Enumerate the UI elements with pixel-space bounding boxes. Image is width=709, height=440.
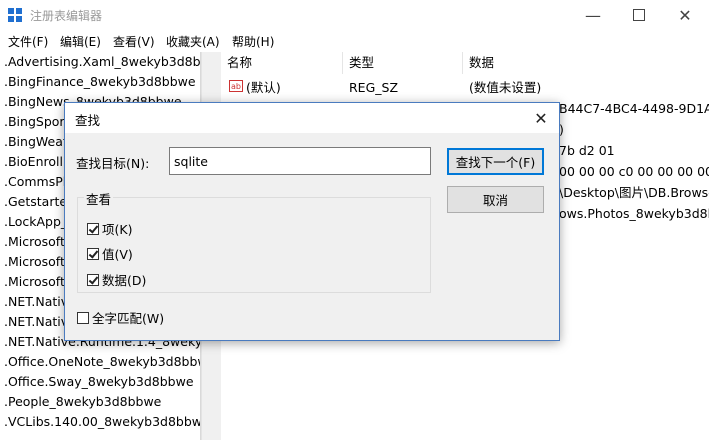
column-header-data[interactable]: 数据 — [463, 52, 709, 74]
column-header-name[interactable]: 名称 — [221, 52, 343, 74]
string-value-icon: ab — [229, 80, 243, 92]
tree-item[interactable]: .LockApp_ — [4, 212, 67, 232]
tree-item[interactable]: .People_8wekyb3d8bbwe — [4, 392, 161, 412]
tree-item[interactable]: .Microsoft — [4, 232, 65, 252]
tree-item[interactable]: .Advertising.Xaml_8wekyb3d8bbwe — [4, 52, 200, 72]
option-match-whole[interactable]: 全字匹配(W) — [77, 308, 164, 327]
option-keys[interactable]: 项(K) — [87, 219, 132, 238]
tree-item[interactable]: .BingWeat — [4, 132, 68, 152]
find-what-label: 查找目标(N): — [76, 156, 150, 171]
value-data: (数值未设置) — [469, 80, 542, 95]
tree-item[interactable]: .VCLibs.140.00_8wekyb3d8bbwe — [4, 412, 200, 432]
find-dialog: 查找 ✕ 查找目标(N): 查找下一个(F) 取消 查看 项(K) 值(V) 数… — [64, 102, 560, 341]
value-data: ) — [559, 122, 564, 137]
value-type: REG_SZ — [349, 80, 399, 95]
find-next-button[interactable]: 查找下一个(F) — [447, 148, 544, 175]
option-values[interactable]: 值(V) — [87, 244, 133, 263]
minimize-button[interactable]: — — [570, 0, 616, 30]
dialog-title-bar: 查找 ✕ — [65, 103, 559, 133]
value-data: 7b d2 01 — [559, 143, 615, 158]
menu-favorites[interactable]: 收藏夹(A) — [166, 33, 220, 50]
checkbox-data[interactable] — [87, 273, 99, 286]
find-what-input[interactable] — [169, 147, 431, 175]
cancel-button[interactable]: 取消 — [447, 186, 544, 213]
menu-bar: 文件(F) 编辑(E) 查看(V) 收藏夹(A) 帮助(H) — [0, 30, 709, 51]
value-data: 00 00 00 c0 00 00 00 00 — [559, 164, 709, 179]
tree-item[interactable]: .BingSport — [4, 112, 69, 132]
tree-item[interactable]: .Office.OneNote_8wekyb3d8bbwe — [4, 352, 200, 372]
registry-editor-icon — [8, 8, 22, 22]
checkbox-keys[interactable] — [87, 222, 99, 235]
look-at-label: 查看 — [84, 189, 114, 208]
window-title: 注册表编辑器 — [30, 9, 103, 23]
option-keys-label: 项(K) — [102, 222, 133, 237]
tree-item[interactable]: .Office.Sway_8wekyb3d8bbwe — [4, 372, 194, 392]
option-data[interactable]: 数据(D) — [87, 270, 146, 289]
menu-file[interactable]: 文件(F) — [8, 33, 48, 50]
value-data: B44C7-4BC4-4498-9D1A- — [559, 101, 709, 116]
minimize-icon: — — [585, 5, 601, 25]
close-icon: ✕ — [534, 108, 548, 128]
menu-view[interactable]: 查看(V) — [113, 33, 155, 50]
maximize-icon — [633, 9, 645, 21]
menu-help[interactable]: 帮助(H) — [232, 33, 274, 50]
column-header-type[interactable]: 类型 — [343, 52, 463, 74]
tree-item[interactable]: .Microsoft — [4, 272, 65, 292]
close-button[interactable]: ✕ — [662, 0, 708, 30]
option-match-whole-label: 全字匹配(W) — [92, 311, 165, 326]
tree-item[interactable]: .BingFinance_8wekyb3d8bbwe — [4, 72, 196, 92]
menu-edit[interactable]: 编辑(E) — [60, 33, 101, 50]
close-icon: ✕ — [678, 5, 692, 25]
value-data: \Desktop\图片\DB.Browse — [559, 185, 709, 200]
tree-item[interactable]: .CommsPh — [4, 172, 71, 192]
option-data-label: 数据(D) — [102, 273, 147, 288]
value-name[interactable]: (默认) — [246, 77, 341, 98]
title-bar: 注册表编辑器 — ✕ — [0, 0, 709, 30]
value-data: ows.Photos_8wekyb3d8bbw — [559, 206, 709, 221]
option-values-label: 值(V) — [102, 247, 133, 262]
checkbox-match-whole[interactable] — [77, 311, 89, 324]
tree-item[interactable]: .Microsoft — [4, 252, 65, 272]
checkbox-values[interactable] — [87, 247, 99, 260]
maximize-button[interactable] — [616, 0, 662, 30]
dialog-close-button[interactable]: ✕ — [527, 106, 555, 130]
dialog-title: 查找 — [75, 113, 101, 128]
